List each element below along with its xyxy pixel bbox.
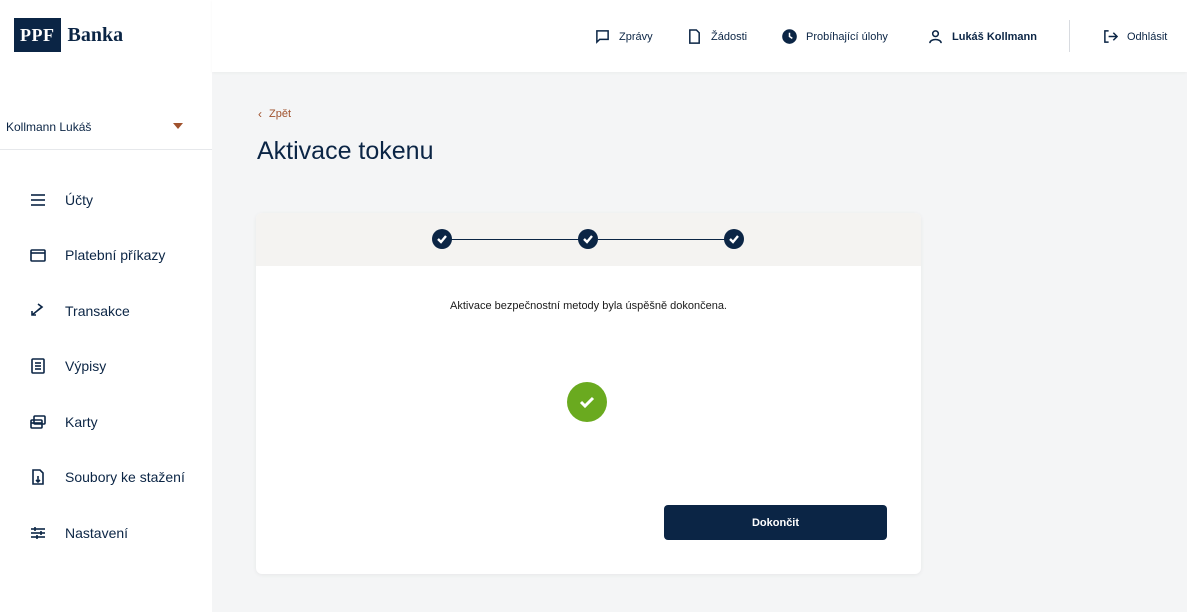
sidebar-item-label: Účty (65, 191, 93, 208)
file-download-icon (28, 467, 48, 487)
sidebar: PPF Banka Kollmann Lukáš Účty Platební p… (0, 0, 212, 612)
back-link[interactable]: ‹ Zpět (258, 107, 291, 121)
account-owner-value: Kollmann Lukáš (6, 119, 92, 134)
logout-icon (1104, 30, 1118, 43)
sidebar-item-label: Výpisy (65, 358, 107, 375)
caret-down-icon (173, 123, 183, 129)
messages-link[interactable]: Zprávy (595, 29, 653, 44)
user-icon (929, 30, 942, 44)
top-header: Zprávy Žádosti Probíhající úlohy Lukáš K… (212, 0, 1187, 72)
back-label: Zpět (269, 108, 292, 120)
requests-link[interactable]: Žádosti (687, 29, 747, 44)
token-activation-card: Aktivace bezpečnostní metody byla úspěšn… (256, 213, 921, 574)
step-2-complete-icon (578, 229, 598, 249)
logo-text: Banka (67, 23, 124, 46)
sidebar-nav: Účty Platební příkazy Transakce Výpisy K… (0, 172, 212, 561)
folder-icon (28, 245, 48, 265)
header-divider (1069, 20, 1070, 52)
progress-stepper (256, 213, 921, 266)
document-icon (689, 29, 700, 44)
sidebar-item-label: Platební příkazy (65, 247, 166, 264)
ppf-banka-logo[interactable]: PPF Banka (14, 18, 123, 52)
step-connector (598, 239, 734, 240)
logout-link[interactable]: Odhlásit (1103, 29, 1167, 44)
finish-button[interactable]: Dokončit (664, 505, 887, 540)
step-1-complete-icon (432, 229, 452, 249)
chat-icon (596, 30, 609, 44)
sidebar-item-accounts[interactable]: Účty (0, 172, 212, 228)
sidebar-item-label: Nastavení (65, 524, 129, 541)
user-profile-link[interactable]: Lukáš Kollmann (928, 29, 1037, 44)
step-3-complete-icon (724, 229, 744, 249)
sidebar-item-payment-orders[interactable]: Platební příkazy (0, 228, 212, 284)
user-name: Lukáš Kollmann (952, 30, 1037, 43)
sliders-icon (28, 523, 48, 543)
transfer-arrows-icon (28, 301, 48, 321)
step-connector (451, 239, 586, 240)
success-message: Aktivace bezpečnostní metody byla úspěšn… (449, 300, 727, 312)
running-tasks-label: Probíhající úlohy (806, 30, 888, 43)
clock-icon (782, 29, 797, 44)
document-list-icon (28, 356, 48, 376)
sidebar-item-statements[interactable]: Výpisy (0, 339, 212, 395)
logo-mark: PPF (14, 18, 61, 52)
logout-label: Odhlásit (1127, 30, 1168, 43)
menu-icon (28, 190, 48, 210)
requests-label: Žádosti (711, 30, 748, 43)
page-title: Aktivace tokenu (257, 137, 434, 165)
sidebar-item-transactions[interactable]: Transakce (0, 283, 212, 339)
success-check-icon (567, 382, 607, 422)
sidebar-item-settings[interactable]: Nastavení (0, 505, 212, 561)
sidebar-item-label: Karty (65, 413, 98, 430)
sidebar-item-label: Transakce (65, 302, 130, 319)
sidebar-item-downloads[interactable]: Soubory ke stažení (0, 450, 212, 506)
messages-label: Zprávy (619, 30, 653, 43)
sidebar-item-label: Soubory ke stažení (65, 469, 185, 486)
sidebar-item-cards[interactable]: Karty (0, 394, 212, 450)
chevron-left-icon: ‹ (258, 107, 262, 121)
cards-icon (28, 412, 48, 432)
account-owner-select[interactable]: Kollmann Lukáš (0, 104, 212, 150)
running-tasks-link[interactable]: Probíhající úlohy (782, 29, 888, 44)
